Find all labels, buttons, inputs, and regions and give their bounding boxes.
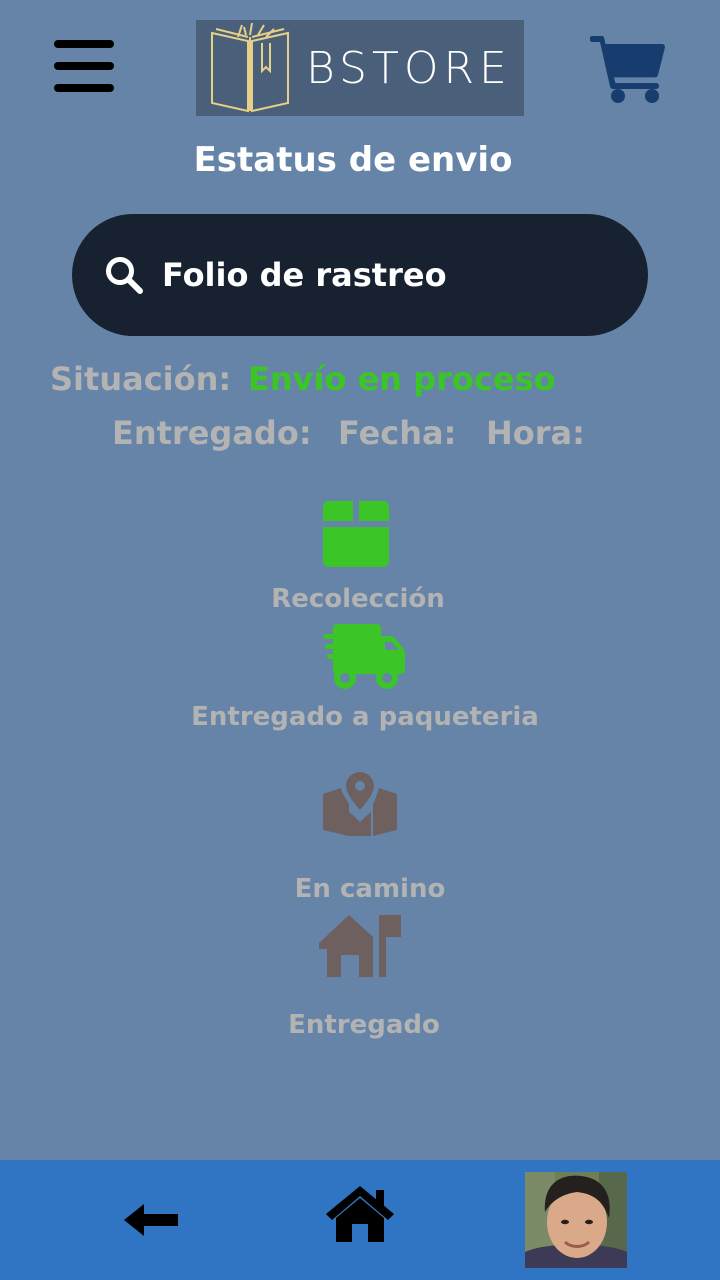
map-pin-icon [323, 772, 397, 836]
tracking-search-bar[interactable] [72, 214, 648, 336]
menu-bar [54, 62, 114, 70]
hora-label: Hora: [486, 414, 585, 452]
page-title: Estatus de envio [193, 140, 513, 180]
truck-icon [323, 624, 405, 689]
box-icon [323, 501, 389, 567]
step-label-recoleccion: Recolección [271, 584, 445, 614]
menu-bar [54, 84, 114, 92]
home-icon[interactable] [324, 1184, 396, 1244]
situacion-label: Situación: [50, 360, 232, 398]
fecha-label: Fecha: [338, 414, 457, 452]
step-label-entregado: Entregado [288, 1010, 440, 1040]
back-arrow-icon[interactable] [124, 1200, 180, 1240]
user-avatar[interactable] [525, 1172, 627, 1268]
user-portrait-image [525, 1172, 627, 1268]
search-icon[interactable] [104, 255, 144, 295]
situacion-value: Envío en proceso [248, 360, 556, 398]
logo-text: BSTORE [306, 42, 512, 94]
menu-bar [54, 40, 114, 48]
shopping-cart-icon[interactable] [590, 36, 666, 104]
bstore-logo[interactable]: BSTORE [196, 20, 524, 116]
tracking-number-input[interactable] [160, 255, 604, 295]
house-icon [319, 915, 401, 977]
hamburger-menu-icon[interactable] [54, 40, 114, 92]
open-book-icon [211, 23, 289, 113]
step-label-entregado-a-paqueteria: Entregado a paqueteria [191, 702, 539, 732]
step-label-en-camino: En camino [294, 874, 446, 904]
entregado-label: Entregado: [112, 414, 312, 452]
